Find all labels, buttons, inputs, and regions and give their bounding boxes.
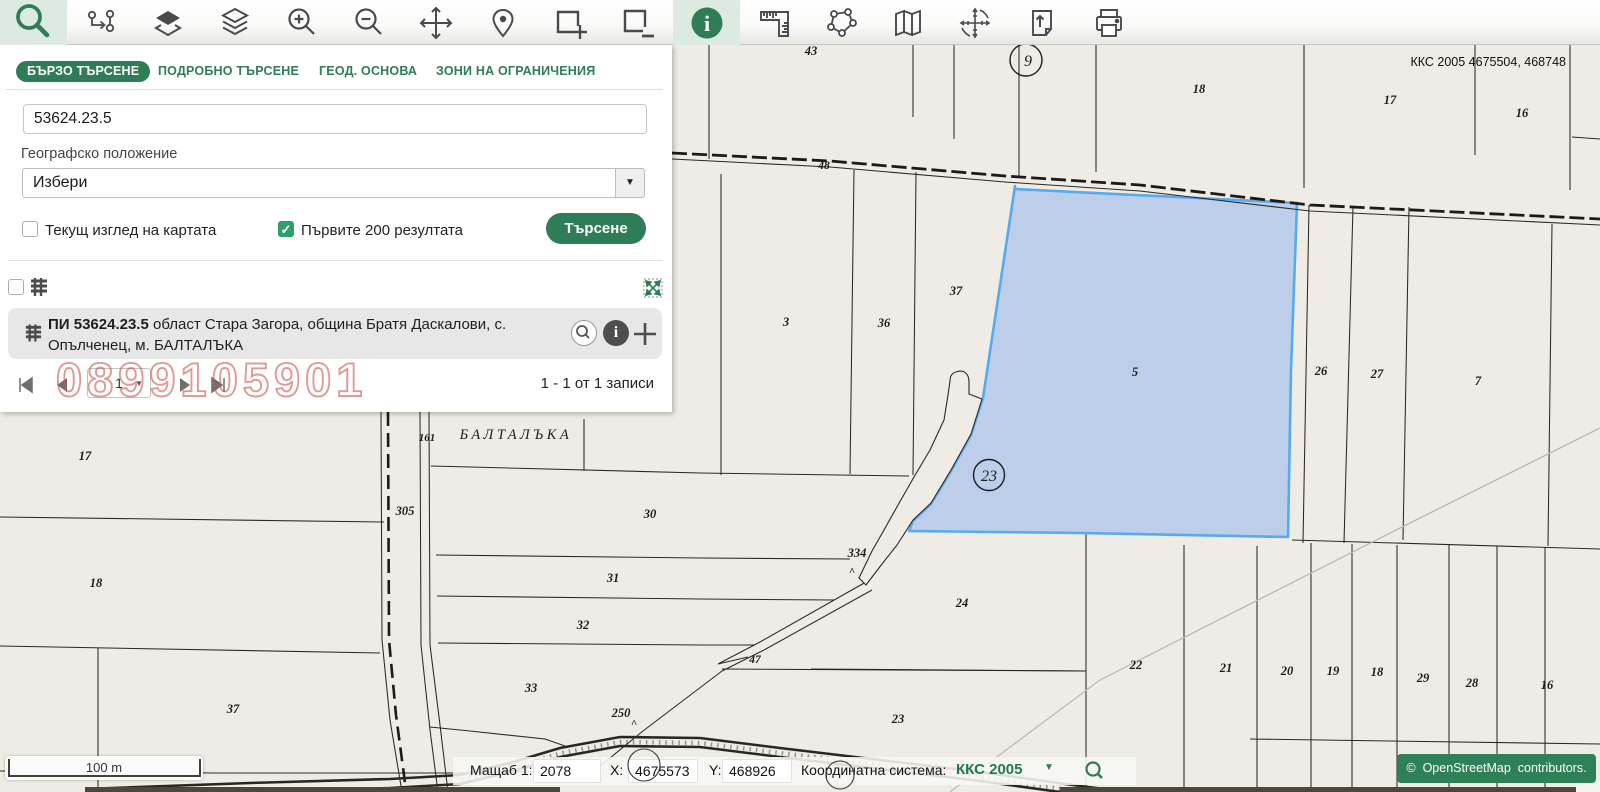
svg-text:37: 37 — [949, 284, 963, 298]
svg-text:43: 43 — [804, 44, 818, 58]
svg-text:17: 17 — [79, 449, 92, 463]
svg-text:305: 305 — [395, 504, 415, 518]
svg-text:5: 5 — [1132, 365, 1138, 379]
svg-text:21: 21 — [1219, 661, 1233, 675]
svg-text:31: 31 — [606, 571, 620, 585]
svg-text:28: 28 — [1465, 676, 1479, 690]
svg-text:i: i — [703, 11, 709, 36]
svg-text:16: 16 — [1516, 106, 1529, 120]
svg-text:36: 36 — [877, 316, 891, 330]
svg-text:48: 48 — [817, 160, 830, 172]
svg-text:9: 9 — [1024, 53, 1032, 70]
svg-text:30: 30 — [643, 507, 657, 521]
svg-text:17: 17 — [1384, 93, 1397, 107]
svg-text:ККС 2005 4675504, 468748: ККС 2005 4675504, 468748 — [1410, 55, 1566, 69]
svg-text:27: 27 — [1370, 367, 1384, 381]
svg-text:22: 22 — [1129, 658, 1143, 672]
svg-text:23: 23 — [891, 712, 905, 726]
svg-text:18: 18 — [1193, 82, 1206, 96]
svg-text:16: 16 — [1541, 678, 1554, 692]
svg-text:100 m: 100 m — [86, 760, 122, 775]
svg-text:26: 26 — [1314, 364, 1328, 378]
svg-text:18: 18 — [90, 576, 103, 590]
svg-text:7: 7 — [1475, 374, 1482, 388]
svg-text:250: 250 — [611, 706, 632, 720]
svg-text:33: 33 — [524, 681, 538, 695]
svg-text:32: 32 — [576, 618, 590, 632]
svg-text:334: 334 — [847, 546, 867, 560]
svg-text:47: 47 — [748, 654, 762, 666]
svg-text:37: 37 — [226, 702, 240, 716]
svg-text:3: 3 — [782, 315, 789, 329]
svg-text:^: ^ — [849, 566, 855, 578]
svg-text:БАЛТАЛЪКА: БАЛТАЛЪКА — [459, 427, 573, 443]
svg-text:^: ^ — [631, 718, 637, 730]
svg-text:29: 29 — [1416, 671, 1430, 685]
svg-text:20: 20 — [1280, 664, 1294, 678]
svg-text:23: 23 — [981, 468, 997, 485]
svg-text:18: 18 — [1371, 665, 1384, 679]
svg-text:19: 19 — [1327, 664, 1340, 678]
svg-text:161: 161 — [419, 432, 436, 444]
svg-text:24: 24 — [955, 596, 969, 610]
